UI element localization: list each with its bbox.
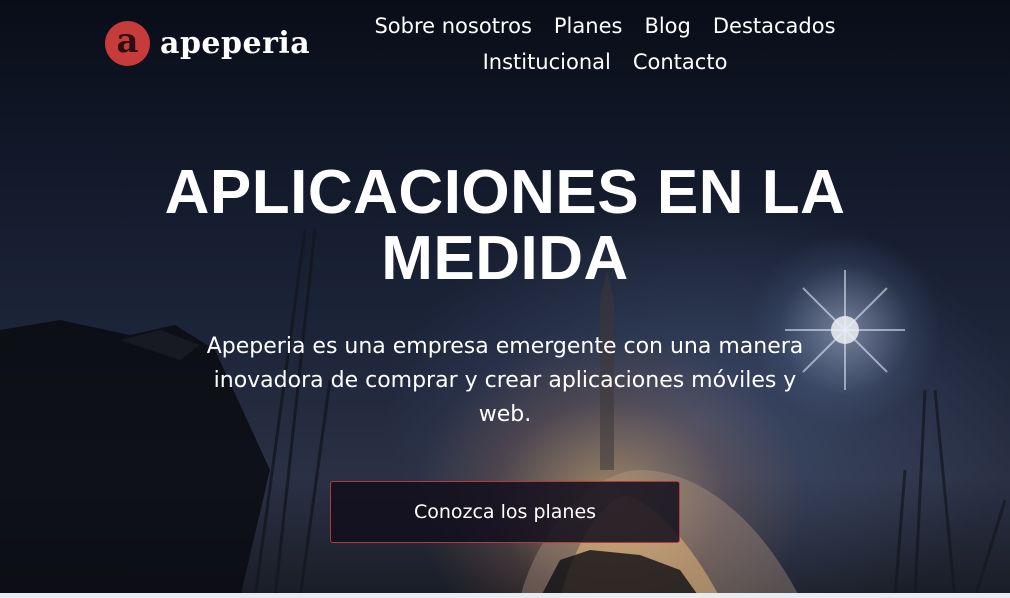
brand-name: apeperia xyxy=(160,26,311,61)
brand-logo[interactable]: a apeperia xyxy=(105,21,310,66)
nav-link-institucional[interactable]: Institucional xyxy=(483,44,611,80)
nav-link-blog[interactable]: Blog xyxy=(644,8,690,44)
nav-link-contacto[interactable]: Contacto xyxy=(633,44,728,80)
main-nav: Sobre nosotros Planes Blog Destacados In… xyxy=(355,8,855,80)
logo-mark-icon: a xyxy=(105,21,150,66)
section-divider xyxy=(0,593,1010,598)
nav-link-sobre-nosotros[interactable]: Sobre nosotros xyxy=(374,8,531,44)
nav-link-planes[interactable]: Planes xyxy=(554,8,623,44)
hero-subtitle: Apeperia es una empresa emergente con un… xyxy=(206,334,804,427)
nav-link-destacados[interactable]: Destacados xyxy=(713,8,836,44)
hero-title: APLICACIONES EN LA MEDIDA xyxy=(164,158,846,293)
view-plans-button[interactable]: Conozca los planes xyxy=(330,481,680,543)
page: a apeperia Sobre nosotros Planes Blog De… xyxy=(0,0,1010,598)
